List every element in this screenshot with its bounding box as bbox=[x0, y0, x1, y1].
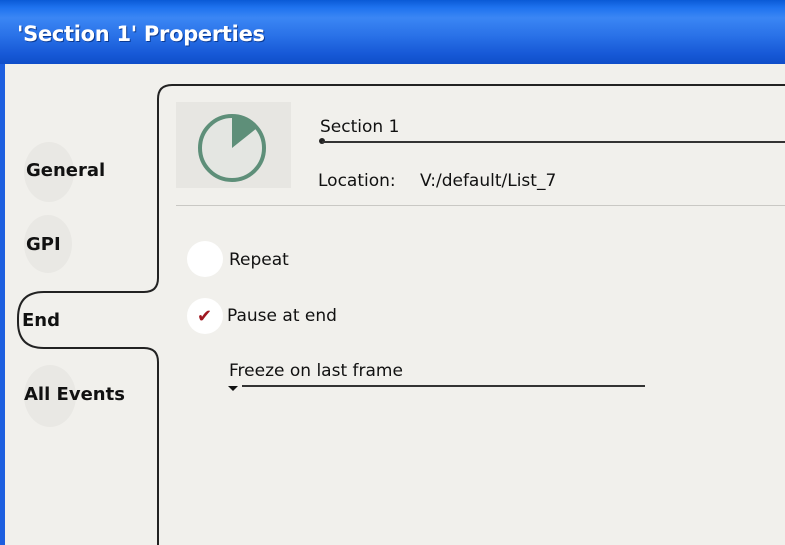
section-name-field[interactable]: Section 1 bbox=[320, 117, 399, 137]
name-field-underline bbox=[322, 141, 785, 143]
pause-at-end-label[interactable]: Pause at end bbox=[227, 306, 337, 326]
tab-all-events[interactable]: All Events bbox=[24, 384, 125, 405]
tab-gpi[interactable]: GPI bbox=[26, 234, 61, 255]
location-label: Location: bbox=[318, 171, 396, 191]
freeze-dropdown-underline bbox=[242, 385, 645, 387]
tab-end[interactable]: End bbox=[22, 310, 60, 331]
tab-panel-outline bbox=[17, 84, 785, 545]
tab-general[interactable]: General bbox=[26, 160, 105, 181]
dropdown-arrow-icon[interactable] bbox=[228, 386, 238, 391]
repeat-checkbox[interactable] bbox=[187, 241, 223, 277]
header-separator bbox=[176, 205, 785, 206]
repeat-label[interactable]: Repeat bbox=[229, 250, 289, 270]
location-value: V:/default/List_7 bbox=[420, 171, 557, 191]
section-clock-icon bbox=[198, 114, 266, 182]
section-icon-box bbox=[176, 102, 291, 188]
checkmark-icon: ✔ bbox=[197, 306, 213, 327]
freeze-dropdown[interactable]: Freeze on last frame bbox=[229, 361, 403, 381]
